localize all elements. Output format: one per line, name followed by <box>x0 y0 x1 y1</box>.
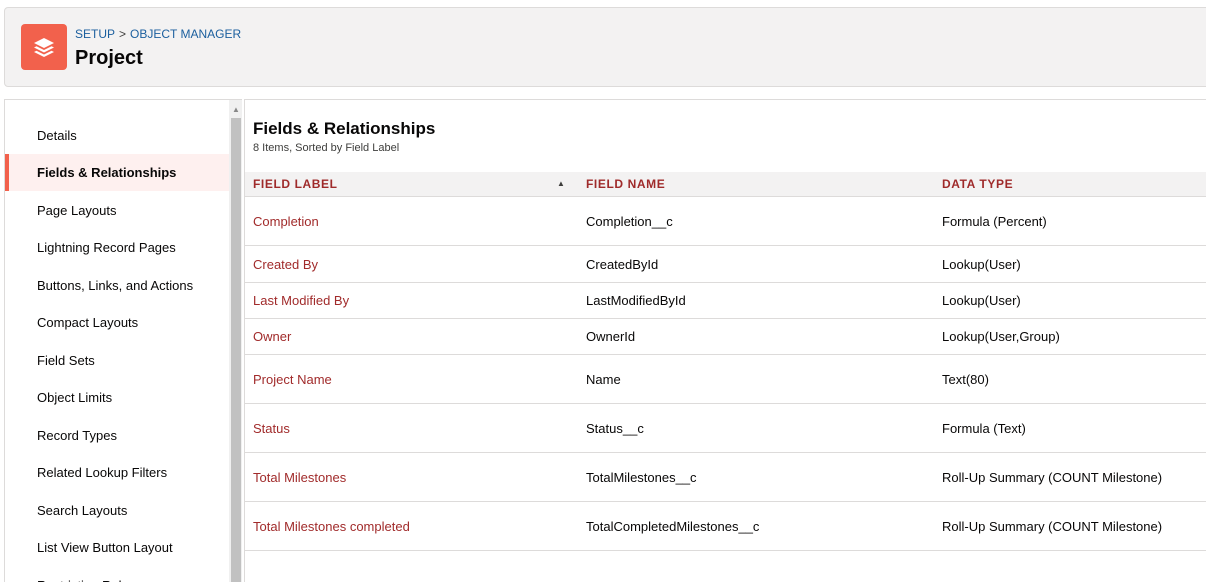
breadcrumb-object-manager-link[interactable]: OBJECT MANAGER <box>130 27 241 41</box>
column-header-data-type[interactable]: DATA TYPE <box>942 172 1013 197</box>
table-row: Last Modified By LastModifiedById Lookup… <box>245 283 1206 319</box>
field-api-name: Name <box>586 371 621 387</box>
table-row: Status Status__c Formula (Text) <box>245 404 1206 453</box>
field-api-name: Status__c <box>586 420 644 436</box>
table-row: Completion Completion__c Formula (Percen… <box>245 197 1206 246</box>
sidebar-item-object-limits[interactable]: Object Limits <box>5 379 229 416</box>
sort-ascending-icon[interactable]: ▲ <box>557 172 565 197</box>
table-row: Total Milestones TotalMilestones__c Roll… <box>245 453 1206 502</box>
sidebar-item-search-layouts[interactable]: Search Layouts <box>5 492 229 529</box>
page-header: SETUP > OBJECT MANAGER Project <box>4 7 1206 87</box>
field-label-link[interactable]: Completion <box>253 197 319 245</box>
field-label-link[interactable]: Status <box>253 404 290 452</box>
field-data-type: Lookup(User) <box>942 293 1021 308</box>
breadcrumb-setup-link[interactable]: SETUP <box>75 27 115 41</box>
items-count-text: 8 Items, Sorted by Field Label <box>253 142 400 154</box>
sidebar-item-list-view-button-layout[interactable]: List View Button Layout <box>5 529 229 566</box>
field-data-type: Text(80) <box>942 371 989 387</box>
sidebar-item-field-sets[interactable]: Field Sets <box>5 342 229 379</box>
page-title: Project <box>75 47 143 69</box>
field-label-link[interactable]: Project Name <box>253 355 332 403</box>
column-header-field-label[interactable]: FIELD LABEL <box>253 172 338 197</box>
field-label-link[interactable]: Total Milestones completed <box>253 502 410 550</box>
sidebar-item-buttons-links-actions[interactable]: Buttons, Links, and Actions <box>5 267 229 304</box>
table-row: Project Name Name Text(80) <box>245 355 1206 404</box>
field-api-name: TotalMilestones__c <box>586 469 697 485</box>
field-data-type: Roll-Up Summary (COUNT Milestone) <box>942 469 1163 485</box>
layers-icon <box>21 24 67 70</box>
field-data-type: Roll-Up Summary (COUNT Milestone) <box>942 518 1163 534</box>
field-data-type: Formula (Text) <box>942 420 1026 436</box>
section-title: Fields & Relationships <box>253 119 436 138</box>
field-data-type: Lookup(User,Group) <box>942 329 1060 344</box>
field-label-link[interactable]: Last Modified By <box>253 283 349 318</box>
column-header-field-name[interactable]: FIELD NAME <box>586 172 665 197</box>
sidebar-item-restriction-rules[interactable]: Restriction Rules <box>5 567 229 582</box>
sidebar-item-compact-layouts[interactable]: Compact Layouts <box>5 304 229 341</box>
table-row: Total Milestones completed TotalComplete… <box>245 502 1206 551</box>
field-api-name: TotalCompletedMilestones__c <box>586 518 760 534</box>
sidebar-item-record-types[interactable]: Record Types <box>5 417 229 454</box>
breadcrumb: SETUP > OBJECT MANAGER <box>75 27 241 41</box>
field-api-name: OwnerId <box>586 329 636 344</box>
sidebar-item-details[interactable]: Details <box>5 117 229 154</box>
table-header: FIELD LABEL ▲ FIELD NAME DATA TYPE <box>245 172 1206 197</box>
fields-relationships-panel: Fields & Relationships 8 Items, Sorted b… <box>244 99 1206 582</box>
field-api-name: LastModifiedById <box>586 293 686 308</box>
object-manager-sidebar: Details Fields & Relationships Page Layo… <box>4 99 242 582</box>
sidebar-item-page-layouts[interactable]: Page Layouts <box>5 192 229 229</box>
table-row: Owner OwnerId Lookup(User,Group) <box>245 319 1206 355</box>
field-api-name: CreatedById <box>586 256 659 272</box>
sidebar-item-related-lookup-filters[interactable]: Related Lookup Filters <box>5 454 229 491</box>
field-api-name: Completion__c <box>586 213 673 229</box>
sidebar-item-fields-relationships[interactable]: Fields & Relationships <box>5 154 229 191</box>
field-label-link[interactable]: Total Milestones <box>253 453 346 501</box>
field-data-type: Formula (Percent) <box>942 213 1047 229</box>
breadcrumb-separator: > <box>119 27 127 41</box>
scroll-up-arrow-icon[interactable]: ▲ <box>229 102 242 116</box>
field-data-type: Lookup(User) <box>942 256 1021 272</box>
table-row: Created By CreatedById Lookup(User) <box>245 246 1206 283</box>
sidebar-scrollbar[interactable]: ▲ <box>229 100 242 582</box>
field-label-link[interactable]: Created By <box>253 246 318 282</box>
sidebar-item-lightning-record-pages[interactable]: Lightning Record Pages <box>5 229 229 266</box>
field-label-link[interactable]: Owner <box>253 319 291 354</box>
scrollbar-thumb[interactable] <box>231 118 241 582</box>
